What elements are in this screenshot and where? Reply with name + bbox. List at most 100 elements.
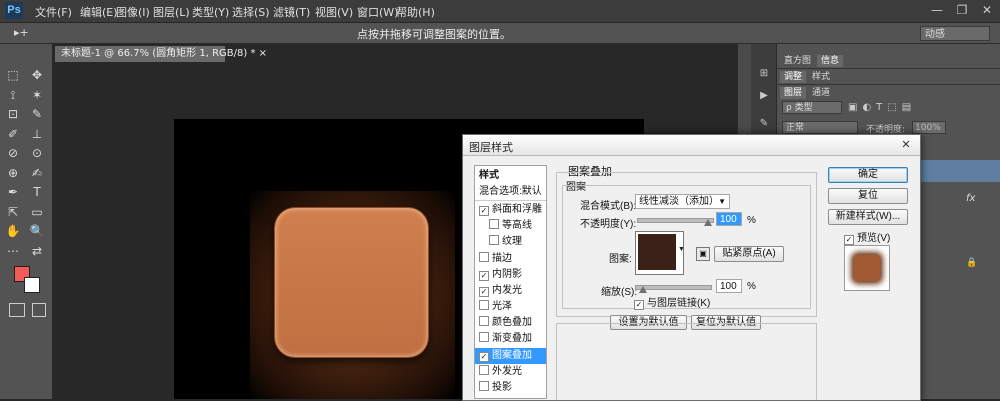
style-list-item[interactable]: 光泽 <box>475 299 546 315</box>
scale-slider-thumb[interactable] <box>638 286 647 293</box>
tool-icon-14[interactable]: ⇱ <box>3 202 23 222</box>
menu-item-4[interactable]: 类型(Y) <box>192 4 229 20</box>
document-tab[interactable]: 未标题-1 @ 66.7% (圆角矩形 1, RGB/8) * × <box>55 46 267 62</box>
blend-mode-select[interactable]: 正常 <box>782 121 858 134</box>
menu-item-5[interactable]: 选择(S) <box>232 4 270 20</box>
rounded-rectangle-layer[interactable] <box>275 208 428 357</box>
blend-mode-dropdown[interactable]: 线性减淡（添加） ▼ <box>635 194 730 209</box>
tab-histogram[interactable]: 直方图 <box>780 55 815 67</box>
restore-button[interactable]: ❐ <box>950 3 974 19</box>
menu-item-1[interactable]: 编辑(E) <box>80 4 118 20</box>
tool-icon-18[interactable]: ⋯ <box>3 241 23 261</box>
style-list-item[interactable]: 外发光 <box>475 364 546 380</box>
style-list-item[interactable]: 投影 <box>475 380 546 396</box>
link-with-layer-checkbox[interactable]: ✓ 与图层链接(K) <box>634 294 710 310</box>
opacity-slider-thumb[interactable] <box>704 219 712 226</box>
tab-styles[interactable]: 样式 <box>808 71 834 83</box>
checkbox-icon[interactable] <box>479 381 489 391</box>
tool-icon-4[interactable]: ⊡ <box>3 104 23 124</box>
opacity-input[interactable]: 100 <box>716 212 742 226</box>
tool-icon-2[interactable]: ⟟ <box>3 85 23 105</box>
tool-icon-9[interactable]: ⊙ <box>27 143 47 163</box>
checkbox-icon[interactable] <box>479 365 489 375</box>
style-list-item[interactable]: ✓ 内阴影 <box>475 267 546 283</box>
dialog-title-bar[interactable] <box>463 135 920 156</box>
new-preset-icon[interactable]: ▣ <box>696 247 710 261</box>
style-list-item[interactable]: ✓ 内发光 <box>475 283 546 299</box>
background-color-swatch[interactable] <box>24 277 40 293</box>
tab-adjustments[interactable]: 调整 <box>780 71 807 83</box>
tool-icon-12[interactable]: ✒ <box>3 182 23 202</box>
scale-slider-track[interactable] <box>635 285 712 290</box>
ok-button[interactable]: 确定 <box>828 167 908 183</box>
quick-mask-icon[interactable] <box>9 303 25 317</box>
new-style-button[interactable]: 新建样式(W)... <box>828 209 908 225</box>
checkbox-checked-icon[interactable]: ✓ <box>479 271 489 281</box>
checkbox-checked-icon[interactable]: ✓ <box>479 206 489 216</box>
style-list-item[interactable]: 纹理 <box>475 234 546 250</box>
close-window-button[interactable]: ✕ <box>975 3 999 19</box>
history-icon[interactable]: ⊞ <box>756 66 772 82</box>
screen-mode-icon[interactable] <box>32 303 46 317</box>
tool-icon-17[interactable]: 🔍 <box>27 221 47 241</box>
tool-icon-13[interactable]: T <box>27 182 47 202</box>
preview-checkbox[interactable]: ✓ 预览(V) <box>844 229 890 245</box>
checkbox-checked-icon[interactable]: ✓ <box>479 287 489 297</box>
checkbox-icon[interactable] <box>479 316 489 326</box>
pattern-picker[interactable]: ▼ <box>635 231 685 275</box>
layer-row-selected[interactable] <box>919 160 1000 182</box>
menu-item-8[interactable]: 窗口(W) <box>357 4 398 20</box>
tab-info[interactable]: 信息 <box>817 55 844 67</box>
link-checkbox-box[interactable]: ✓ <box>634 300 644 310</box>
layer-filter-select[interactable]: ρ 类型 <box>782 101 842 114</box>
tool-icon-15[interactable]: ▭ <box>27 202 47 222</box>
tool-preset-picker[interactable]: ▸+ <box>14 26 29 39</box>
style-list-item[interactable]: 描边 <box>475 251 546 267</box>
checkbox-icon[interactable] <box>489 235 499 245</box>
menu-item-3[interactable]: 图层(L) <box>153 4 190 20</box>
opacity-input[interactable]: 100% <box>912 121 946 134</box>
document-tab-close-icon[interactable]: × <box>259 48 267 59</box>
tool-icon-5[interactable]: ✎ <box>27 104 47 124</box>
tool-icon-3[interactable]: ✶ <box>27 85 47 105</box>
tool-icon-16[interactable]: ✋ <box>3 221 23 241</box>
brush-preset-icon[interactable]: ✎ <box>756 116 772 132</box>
tab-layers[interactable]: 图层 <box>780 87 807 99</box>
checkbox-checked-icon[interactable]: ✓ <box>479 352 489 362</box>
tab-channels[interactable]: 通道 <box>808 87 834 99</box>
tool-icon-10[interactable]: ⊕ <box>3 163 23 183</box>
checkbox-icon[interactable] <box>489 219 499 229</box>
tool-icon-7[interactable]: ⊥ <box>27 124 47 144</box>
tool-icon-8[interactable]: ⊘ <box>3 143 23 163</box>
checkbox-icon[interactable] <box>479 332 489 342</box>
tool-icon-6[interactable]: ✐ <box>3 124 23 144</box>
menu-item-6[interactable]: 滤镜(T) <box>273 4 310 20</box>
style-list-item[interactable]: ✓ 斜面和浮雕 <box>475 202 546 218</box>
checkbox-icon[interactable] <box>479 252 489 262</box>
style-list-item[interactable]: 混合选项:默认 <box>475 184 546 200</box>
minimize-button[interactable]: — <box>925 3 949 19</box>
menu-item-7[interactable]: 视图(V) <box>315 4 353 20</box>
play-icon[interactable]: ▶ <box>756 88 772 104</box>
style-list-item[interactable]: 颜色叠加 <box>475 315 546 331</box>
menu-item-0[interactable]: 文件(F) <box>35 4 72 20</box>
workspace-selector[interactable]: 动感 <box>920 26 990 41</box>
dialog-close-icon[interactable]: ✕ <box>899 138 913 152</box>
checkbox-icon[interactable] <box>479 300 489 310</box>
tool-icon-0[interactable]: ⬚ <box>3 65 23 85</box>
style-list-item[interactable]: 样式 <box>475 168 546 184</box>
tool-icon-11[interactable]: ✍ <box>27 163 47 183</box>
layer-effects-icon[interactable]: fx <box>966 193 975 204</box>
style-list-item[interactable]: 渐变叠加 <box>475 331 546 347</box>
menu-item-9[interactable]: 帮助(H) <box>396 4 435 20</box>
menu-item-2[interactable]: 图像(I) <box>116 4 150 20</box>
tool-icon-1[interactable]: ✥ <box>27 65 47 85</box>
opacity-slider-track[interactable] <box>637 218 714 223</box>
preview-checkbox-box[interactable]: ✓ <box>844 235 854 245</box>
style-list-item[interactable]: 等高线 <box>475 218 546 234</box>
style-list-item[interactable]: ✓ 图案叠加 <box>475 348 546 364</box>
reset-button[interactable]: 复位 <box>828 188 908 204</box>
layer-filter-icons[interactable]: ▣◐T⬚▤ <box>848 102 916 113</box>
scale-input[interactable]: 100 <box>716 279 742 293</box>
snap-to-origin-button[interactable]: 贴紧原点(A) <box>714 246 784 262</box>
